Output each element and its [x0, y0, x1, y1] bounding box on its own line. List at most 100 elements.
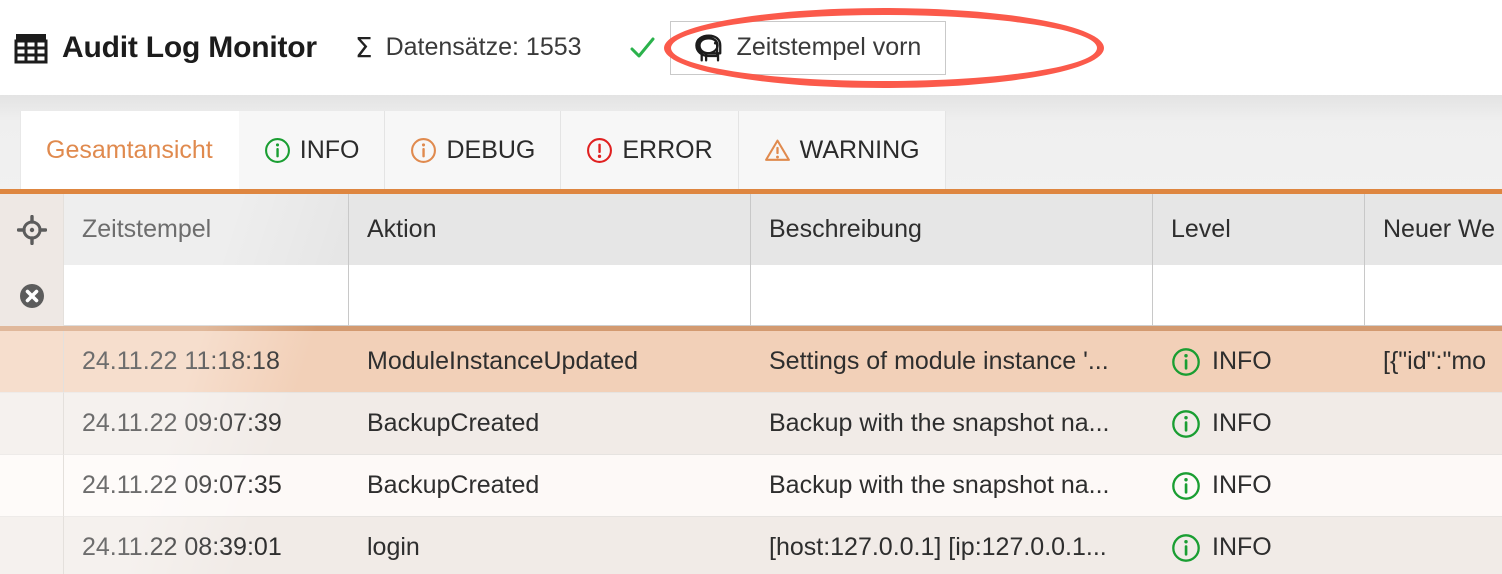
- level-label: INFO: [1212, 409, 1272, 437]
- column-header-timestamp[interactable]: Zeitstempel: [64, 194, 349, 265]
- cell-timestamp: 24.11.22 11:18:18: [64, 331, 349, 393]
- cell-timestamp: 24.11.22 08:39:01: [64, 517, 349, 574]
- page-title: Audit Log Monitor: [62, 30, 317, 64]
- table-row[interactable]: 24.11.22 09:07:39 BackupCreated Backup w…: [0, 393, 1502, 455]
- tab-info[interactable]: INFO: [238, 111, 386, 190]
- record-count-group: Σ Datensätze: 1553: [355, 33, 582, 62]
- info-circle-icon: [1172, 347, 1200, 376]
- row-gutter[interactable]: [0, 517, 64, 574]
- cell-text: Settings of module instance '...: [769, 347, 1109, 375]
- cell-text: [host:127.0.0.1] [ip:127.0.0.1...: [769, 533, 1107, 561]
- row-gutter[interactable]: [0, 393, 64, 455]
- clear-filter-circle-x-icon: [19, 283, 44, 308]
- cell-newvalue: [1365, 455, 1502, 517]
- tab-label: ERROR: [622, 136, 713, 164]
- error-circle-icon: [587, 138, 613, 163]
- column-header-action[interactable]: Aktion: [349, 194, 751, 265]
- cell-newvalue: [1365, 517, 1502, 574]
- cell-action: login: [349, 517, 751, 574]
- column-header-label: Aktion: [367, 215, 437, 243]
- filter-cell-timestamp[interactable]: [64, 265, 349, 326]
- cell-text: Backup with the snapshot na...: [769, 471, 1110, 499]
- clear-filters-cell[interactable]: [0, 265, 64, 326]
- audit-log-monitor-window: Audit Log Monitor Σ Datensätze: 1553 Zei…: [0, 0, 1502, 574]
- cell-newvalue: [1365, 393, 1502, 455]
- column-header-level[interactable]: Level: [1153, 194, 1365, 265]
- filter-input-timestamp[interactable]: [64, 265, 348, 325]
- crosshair-target-icon: [16, 214, 47, 245]
- tab-label: DEBUG: [446, 136, 536, 164]
- cell-text: 24.11.22 08:39:01: [82, 533, 282, 561]
- cell-text: login: [367, 533, 420, 561]
- app-header: Audit Log Monitor Σ Datensätze: 1553 Zei…: [0, 0, 1502, 95]
- level-label: INFO: [1212, 533, 1272, 561]
- table-row[interactable]: 24.11.22 11:18:18 ModuleInstanceUpdated …: [0, 331, 1502, 393]
- cell-level: INFO: [1153, 393, 1365, 455]
- row-gutter[interactable]: [0, 455, 64, 517]
- info-circle-icon: [1172, 533, 1200, 562]
- info-circle-icon: [411, 138, 437, 163]
- cell-action: BackupCreated: [349, 455, 751, 517]
- tab-error[interactable]: ERROR: [561, 111, 739, 190]
- cell-text: 24.11.22 11:18:18: [82, 347, 280, 375]
- column-header-newvalue[interactable]: Neuer We: [1365, 194, 1502, 265]
- info-circle-icon: [1172, 471, 1200, 500]
- cell-text: 24.11.22 09:07:35: [82, 471, 282, 499]
- select-all-cell[interactable]: [0, 194, 64, 265]
- cell-text: ModuleInstanceUpdated: [367, 347, 639, 375]
- tab-debug[interactable]: DEBUG: [385, 111, 562, 190]
- filter-input-newvalue[interactable]: [1365, 265, 1502, 325]
- cell-text: BackupCreated: [367, 409, 540, 437]
- tab-bar: Gesamtansicht INFO DEBUG ERROR WARNING: [0, 95, 1502, 194]
- level-label: INFO: [1212, 347, 1272, 375]
- column-header-label: Beschreibung: [769, 215, 922, 243]
- cell-text: Backup with the snapshot na...: [769, 409, 1110, 437]
- cell-description: Settings of module instance '...: [751, 331, 1153, 393]
- column-header-label: Level: [1171, 215, 1231, 243]
- info-circle-icon: [264, 138, 290, 163]
- cell-level: INFO: [1153, 331, 1365, 393]
- row-gutter[interactable]: [0, 331, 64, 393]
- cell-description: Backup with the snapshot na...: [751, 393, 1153, 455]
- filter-input-description[interactable]: [751, 265, 1152, 325]
- cell-newvalue: [{"id":"mo: [1365, 331, 1502, 393]
- column-header-label: Neuer We: [1383, 215, 1496, 243]
- cell-timestamp: 24.11.22 09:07:35: [64, 455, 349, 517]
- level-label: INFO: [1212, 471, 1272, 499]
- filter-cell-newvalue[interactable]: [1365, 265, 1502, 326]
- tab-gesamtansicht[interactable]: Gesamtansicht: [20, 111, 239, 190]
- cell-description: [host:127.0.0.1] [ip:127.0.0.1...: [751, 517, 1153, 574]
- filter-cell-level[interactable]: [1153, 265, 1365, 326]
- table-header-row: Zeitstempel Aktion Beschreibung Level Ne…: [0, 194, 1502, 265]
- cell-text: 24.11.22 09:07:39: [82, 409, 282, 437]
- table-grid-icon: [14, 33, 48, 63]
- cell-text: [{"id":"mo: [1383, 347, 1487, 375]
- cell-timestamp: 24.11.22 09:07:39: [64, 393, 349, 455]
- green-check-icon: [630, 37, 655, 57]
- warning-triangle-icon: [764, 139, 790, 161]
- filter-cell-description[interactable]: [751, 265, 1153, 326]
- info-circle-icon: [1172, 409, 1200, 438]
- cell-action: BackupCreated: [349, 393, 751, 455]
- column-header-label: Zeitstempel: [82, 215, 212, 243]
- cell-description: Backup with the snapshot na...: [751, 455, 1153, 517]
- cell-level: INFO: [1153, 455, 1365, 517]
- column-header-description[interactable]: Beschreibung: [751, 194, 1153, 265]
- table-filter-row: [0, 265, 1502, 326]
- filter-input-action[interactable]: [349, 265, 750, 325]
- tab-warning[interactable]: WARNING: [738, 111, 946, 190]
- cell-level: INFO: [1153, 517, 1365, 574]
- record-count-label: Datensätze: 1553: [385, 33, 582, 61]
- tab-label: Gesamtansicht: [46, 136, 213, 164]
- cell-action: ModuleInstanceUpdated: [349, 331, 751, 393]
- tab-label: WARNING: [799, 136, 920, 164]
- table-row[interactable]: 24.11.22 09:07:35 BackupCreated Backup w…: [0, 455, 1502, 517]
- timestamp-front-button[interactable]: Zeitstempel vorn: [669, 20, 947, 75]
- kiwi-bird-icon: [694, 34, 721, 61]
- filter-cell-action[interactable]: [349, 265, 751, 326]
- audit-log-table: Zeitstempel Aktion Beschreibung Level Ne…: [0, 194, 1502, 574]
- cell-text: BackupCreated: [367, 471, 540, 499]
- filter-input-level[interactable]: [1153, 265, 1364, 325]
- table-row[interactable]: 24.11.22 08:39:01 login [host:127.0.0.1]…: [0, 517, 1502, 574]
- tab-label: INFO: [299, 136, 360, 164]
